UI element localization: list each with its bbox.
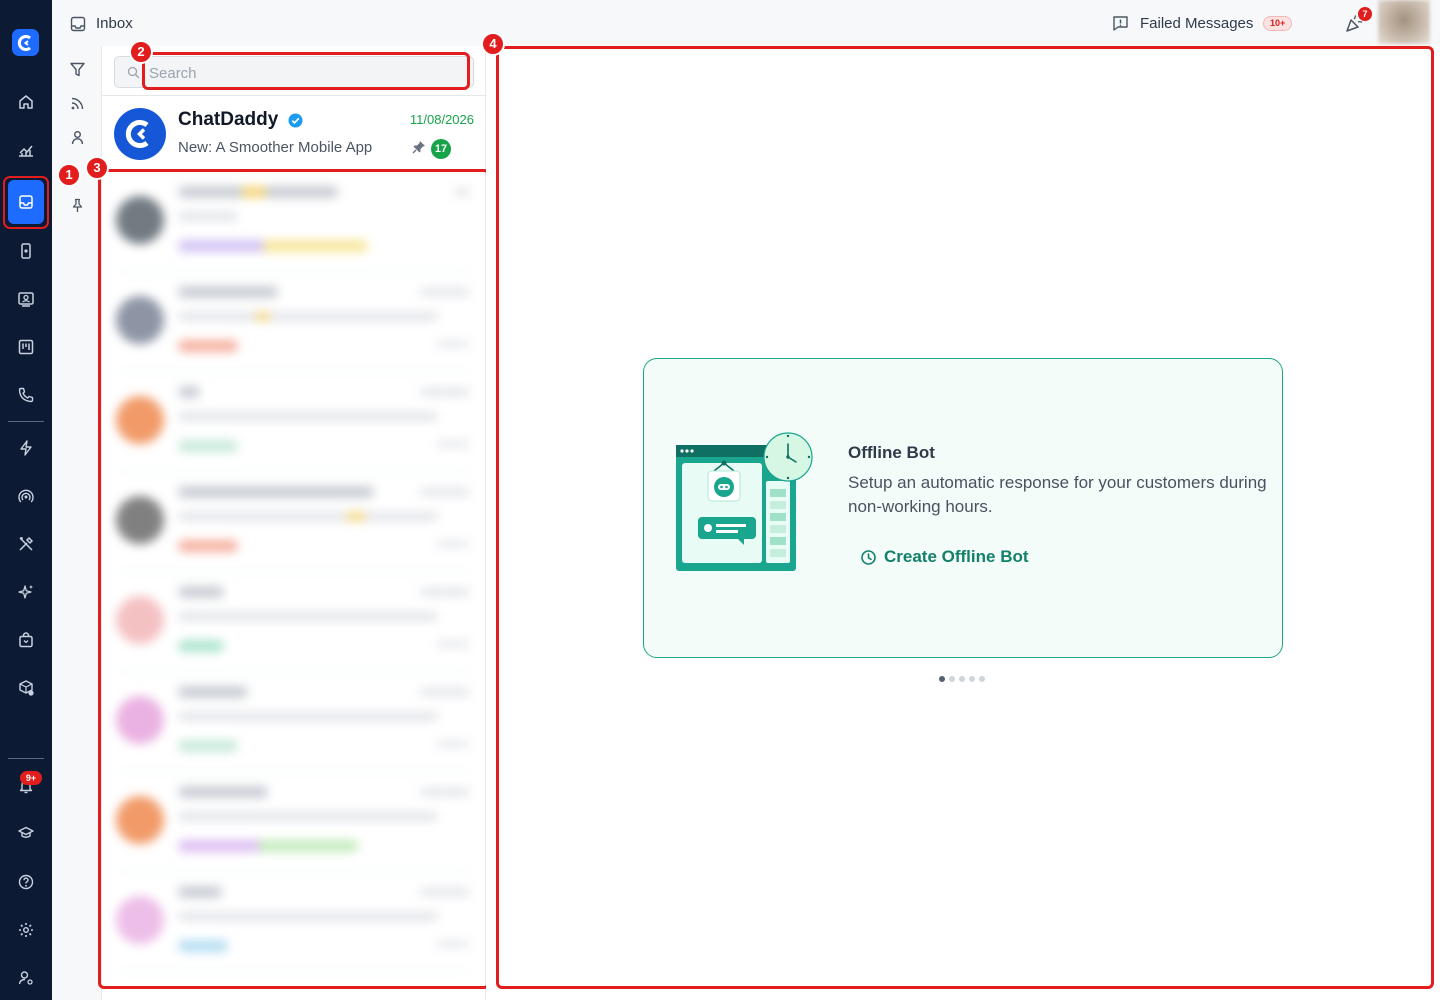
notifications-badge: 9+ [20,771,42,785]
inbox-nav-button[interactable] [8,180,44,224]
carousel-dot[interactable] [939,676,945,682]
clock-icon [860,549,877,566]
contacts-icon[interactable] [0,281,52,317]
app-logo-icon[interactable] [12,29,39,56]
list-item[interactable] [102,274,486,374]
chat-name: ChatDaddy [178,109,279,130]
annotation-marker-3: 3 [85,156,109,180]
offline-bot-card: Offline Bot Setup an automatic response … [643,358,1283,658]
avatar [116,896,164,944]
analytics-icon[interactable] [0,132,52,168]
list-item[interactable] [102,574,486,674]
avatar [116,696,164,744]
avatar [116,296,164,344]
phone-icon[interactable] [0,377,52,413]
pinned-icon [412,140,426,154]
carousel-dot[interactable] [949,676,955,682]
list-item[interactable] [102,174,486,274]
whats-new-badge: 7 [1358,7,1372,21]
shopping-bag-icon[interactable] [0,622,52,658]
verified-badge-icon [288,113,303,128]
list-item[interactable] [102,474,486,574]
offline-bot-illustration [674,431,820,573]
avatar [116,396,164,444]
pin-icon[interactable] [66,194,88,216]
failed-messages-badge: 10+ [1263,16,1293,31]
create-offline-bot-link[interactable]: Create Offline Bot [860,547,1029,567]
inbox-icon [19,195,33,209]
chat-date: 11/08/2026 [409,112,474,127]
create-offline-bot-label: Create Offline Bot [884,547,1029,566]
unread-count-badge: 17 [431,139,451,159]
person-icon[interactable] [66,126,88,148]
academy-graduation-icon[interactable] [0,815,52,851]
chatdaddy-avatar [114,108,166,160]
carousel-dot[interactable] [959,676,965,682]
feed-icon[interactable] [66,92,88,114]
list-item[interactable] [102,674,486,774]
user-avatar[interactable] [1378,0,1430,44]
page-title: Inbox [96,15,133,32]
filter-icon[interactable] [66,58,88,80]
home-icon[interactable] [0,84,52,120]
carousel-dots [939,676,985,682]
nav-divider [8,758,44,759]
nav-divider [8,421,44,422]
settings-gear-icon[interactable] [0,912,52,948]
kanban-board-icon[interactable] [0,329,52,365]
failed-messages-link[interactable]: Failed Messages [1140,15,1253,32]
list-item[interactable] [102,874,486,974]
annotation-marker-2: 2 [129,40,153,64]
main-panel: Offline Bot Setup an automatic response … [486,46,1440,1000]
ai-sparkle-icon[interactable] [0,574,52,610]
conversation-list-panel: ChatDaddy 11/08/2026 New: A Smoother Mob… [98,46,490,1000]
top-bar: Inbox Failed Messages 10+ 7 [52,0,1440,46]
filter-column [52,46,102,1000]
avatar [116,596,164,644]
pinned-chat-item[interactable]: ChatDaddy 11/08/2026 New: A Smoother Mob… [102,98,486,164]
list-item[interactable] [102,374,486,474]
package-settings-icon[interactable] [0,670,52,706]
list-item[interactable] [102,774,486,874]
annotation-marker-1: 1 [57,163,81,187]
avatar [116,496,164,544]
annotation-marker-4: 4 [481,32,505,56]
search-box [114,56,474,88]
automation-bolt-icon[interactable] [0,430,52,466]
mobile-device-icon[interactable] [0,233,52,269]
chat-last-message: New: A Smoother Mobile App [178,139,373,156]
divider [102,95,486,96]
search-icon [127,66,140,79]
avatar [116,196,164,244]
failed-messages-icon[interactable] [1112,15,1129,32]
search-input[interactable] [149,62,459,84]
carousel-dot[interactable] [979,676,985,682]
broadcast-icon[interactable] [0,478,52,514]
user-settings-icon[interactable] [0,960,52,996]
offline-bot-title: Offline Bot [848,443,935,462]
avatar [116,796,164,844]
offline-bot-description: Setup an automatic response for your cus… [848,473,1267,516]
sidebar-nav: 9+ [0,0,52,1000]
blurred-chat-list [102,174,486,1000]
tools-icon[interactable] [0,526,52,562]
carousel-dot[interactable] [969,676,975,682]
inbox-icon [70,16,86,32]
help-icon[interactable] [0,864,52,900]
